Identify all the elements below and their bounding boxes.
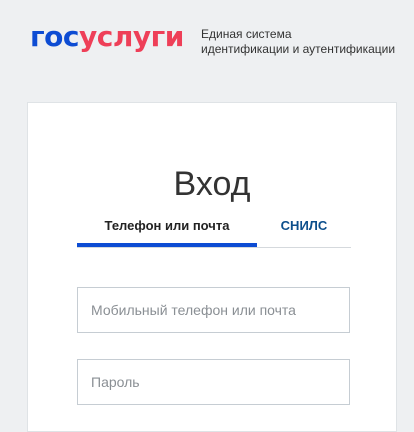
login-field [77,287,350,333]
logo-part-gos: гос [30,20,79,53]
gosuslugi-logo[interactable]: госуслуги [30,19,184,55]
tab-snils[interactable]: СНИЛС [257,211,351,247]
logo-part-uslugi: услуги [78,20,184,53]
tagline: Единая система идентификации и аутентифи… [201,27,406,57]
page-title: Вход [173,164,251,203]
password-input[interactable] [78,360,349,404]
tagline-line-1: Единая система [201,27,292,41]
login-card: Вход Телефон или почта СНИЛС [27,102,397,432]
tagline-line-2: идентификации и аутентификации [201,42,396,56]
header: госуслуги Единая система идентификации и… [0,0,414,80]
password-field [77,359,350,405]
tab-phone-or-email[interactable]: Телефон или почта [77,211,257,247]
login-method-tabs: Телефон или почта СНИЛС [77,211,351,248]
phone-or-email-input[interactable] [78,288,349,332]
